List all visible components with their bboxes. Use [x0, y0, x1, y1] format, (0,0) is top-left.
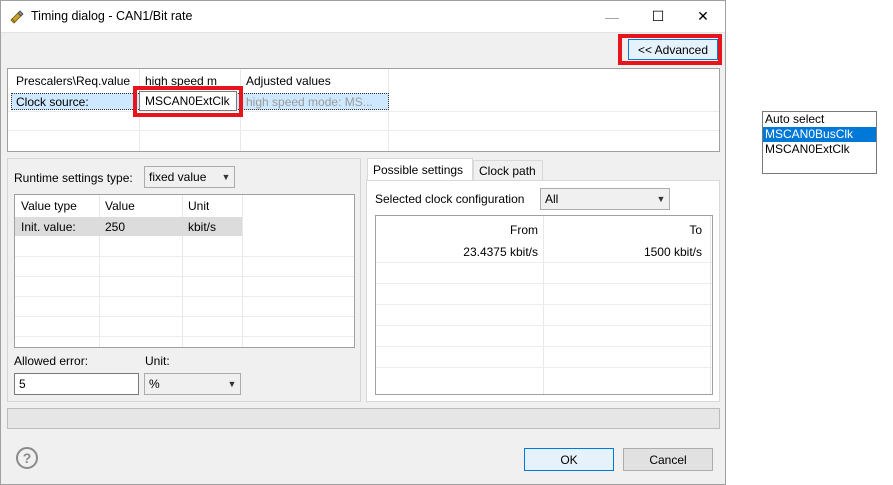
header-value: Value — [105, 199, 135, 213]
dropdown-option-mscan0extclk[interactable]: MSCAN0ExtClk — [763, 142, 876, 157]
init-value-unit: kbit/s — [188, 220, 217, 234]
allowed-error-input[interactable]: 5 — [14, 373, 139, 395]
runtime-type-value: fixed value — [149, 170, 207, 184]
col-divider — [388, 69, 389, 151]
runtime-settings-panel: Runtime settings type: fixed value ▼ Val… — [7, 158, 361, 402]
row-line — [15, 296, 354, 297]
chevron-down-icon: ▼ — [227, 379, 237, 389]
clock-source-dropdown: Auto select MSCAN0BusClk MSCAN0ExtClk — [762, 111, 877, 174]
header-prescalers: Prescalers\Req.value — [16, 74, 131, 88]
allowed-error-label: Allowed error: — [14, 354, 89, 368]
advanced-button[interactable]: << Advanced — [628, 39, 718, 60]
dropdown-option-mscan0busclk[interactable]: MSCAN0BusClk — [763, 127, 876, 142]
row-line — [15, 336, 354, 337]
value-table: Value type Value Unit Init. value: 250 k… — [14, 194, 355, 348]
init-value: 250 — [105, 220, 126, 234]
timing-dialog-window: Timing dialog - CAN1/Bit rate — ☐ ✕ << A… — [0, 0, 726, 485]
tab-clock-path[interactable]: Clock path — [473, 160, 543, 181]
cancel-button[interactable]: Cancel — [623, 448, 713, 471]
possible-settings-panel: Selected clock configuration All ▼ From … — [366, 180, 720, 402]
adjusted-value: high speed mode: MS... — [246, 95, 373, 109]
header-value-type: Value type — [21, 199, 77, 213]
header-adjusted: Adjusted values — [246, 74, 331, 88]
row-line — [376, 325, 712, 326]
help-button[interactable]: ? — [16, 447, 38, 469]
unit-select[interactable]: % ▼ — [144, 373, 241, 395]
app-icon — [9, 8, 25, 24]
range-to: 1500 kbit/s — [643, 245, 702, 259]
help-icon: ? — [22, 450, 32, 466]
chevron-down-icon: ▼ — [656, 194, 666, 204]
close-icon: ✕ — [697, 8, 709, 24]
ok-button[interactable]: OK — [524, 448, 614, 471]
row-line — [8, 111, 719, 112]
row-line — [376, 304, 712, 305]
clock-config-label: Selected clock configuration — [375, 192, 525, 206]
close-button[interactable]: ✕ — [680, 1, 726, 32]
minimize-button[interactable]: — — [589, 1, 635, 32]
row-line — [376, 283, 712, 284]
header-unit: Unit — [188, 199, 210, 213]
runtime-type-select[interactable]: fixed value ▼ — [144, 166, 235, 188]
maximize-icon: ☐ — [651, 8, 665, 24]
title-bar: Timing dialog - CAN1/Bit rate — ☐ ✕ — [1, 1, 725, 32]
header-from: From — [510, 223, 538, 237]
range-from: 23.4375 kbit/s — [463, 245, 538, 259]
clock-source-select[interactable]: MSCAN0ExtClk — [139, 91, 237, 111]
row-line — [376, 262, 712, 263]
col-divider — [242, 195, 243, 347]
runtime-type-label: Runtime settings type: — [14, 171, 133, 185]
tab-possible-settings[interactable]: Possible settings — [367, 158, 473, 181]
row-line — [15, 276, 354, 277]
window-title: Timing dialog - CAN1/Bit rate — [31, 9, 193, 23]
dropdown-option-auto-select[interactable]: Auto select — [763, 112, 876, 127]
clock-source-label: Clock source: — [16, 95, 89, 109]
init-value-label: Init. value: — [21, 220, 76, 234]
row-line — [15, 256, 354, 257]
minimize-icon: — — [605, 8, 619, 25]
chevron-down-icon: ▼ — [221, 172, 231, 182]
maximize-button[interactable]: ☐ — [635, 1, 681, 32]
status-bar — [7, 408, 720, 429]
unit-label: Unit: — [145, 354, 170, 368]
unit-select-value: % — [149, 377, 160, 391]
title-separator — [1, 32, 725, 33]
row-line — [376, 367, 712, 368]
row-line — [8, 130, 719, 131]
row-line — [15, 316, 354, 317]
range-table: From To 23.4375 kbit/s 1500 kbit/s — [375, 215, 713, 395]
header-to: To — [689, 223, 702, 237]
prescalers-table: Prescalers\Req.value high speed m Adjust… — [7, 68, 720, 152]
row-line — [376, 346, 712, 347]
clock-config-select[interactable]: All ▼ — [540, 188, 670, 210]
clock-config-value: All — [545, 192, 559, 206]
